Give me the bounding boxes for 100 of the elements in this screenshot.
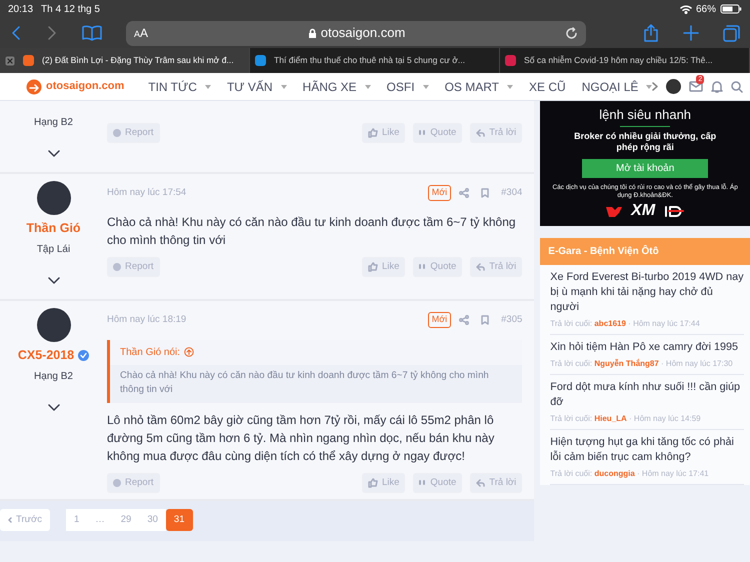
post-number[interactable]: #304 (501, 186, 522, 200)
dropdown-caret-icon[interactable] (280, 84, 287, 88)
post-text: Chào cả nhà! Khu này có căn nào đầu tư kinh doanh được tầm 6~7 tỷ không cho mình thông tin với (107, 214, 517, 249)
dropdown-caret-icon[interactable] (364, 84, 371, 88)
user-rank: Tập Lái (36, 242, 70, 257)
bookmarks-book-icon[interactable] (82, 25, 102, 41)
thread-title[interactable]: Ford dột mưa kính như suối !!! cần giúp đỡ (550, 380, 744, 410)
address-bar[interactable]: AA otosaigon.com (126, 20, 586, 46)
nav-menu-item[interactable]: OSFI (386, 78, 415, 96)
post-text: Lô nhỏ tầm 60m2 bây giờ cũng tầm hơn 7tỷ rồi, mấy cái lô 55m2 phân lô đường 5m cũng tầm hơn 6 tỷ. Mà nhìn ngang nhìn dọc, nếu bán khu này không mua được đâu cùng diện tích có thể xây dựng ở ngay được! (107, 412, 496, 465)
tabs-icon[interactable] (723, 24, 740, 42)
user-avatar[interactable] (666, 79, 682, 94)
tab-title: Thí điểm thu thuế cho thuê nhà tại 5 chung cư ở... (274, 54, 466, 67)
thread-item[interactable]: Hiện tượng hụt ga khi tăng tốc có phải lỗi cảm biến trục cam không? Trả lời cuối: duconggia · Hôm nay lúc 17:41 (540, 430, 750, 485)
brand-logo: XM (631, 202, 656, 220)
page-button[interactable]: 29 (112, 508, 140, 531)
quote-button[interactable]: Quote (413, 123, 462, 143)
bookmark-icon[interactable] (481, 314, 490, 325)
thread-item[interactable]: Xe Ford Everest Bi-turbo 2019 4WD nay bị ù mạnh khi tải nặng hay chở đủ người Trả lời cuối: abc1619 · Hôm nay lúc 17:44 (540, 265, 750, 335)
browser-tab[interactable]: (2) Đất Bình Lợi - Đặng Thùy Trâm sau khi mở đ... (0, 48, 250, 73)
dropdown-caret-icon[interactable] (646, 84, 652, 88)
thread-title[interactable]: Hiện tượng hụt ga khi tăng tốc có phải lỗi cảm biến trục cam không? (550, 435, 744, 465)
reply-button[interactable]: Trả lời (470, 472, 522, 493)
thread-title[interactable]: Xin hỏi tiệm Hàn Pô xe camry đời 1995 (550, 340, 744, 355)
quote-button[interactable]: Quote (413, 472, 462, 493)
report-button[interactable]: Report (107, 123, 160, 143)
tab-title: Số ca nhiễm Covid-19 hôm nay chiều 12/5: Thê... (524, 54, 713, 67)
post-number[interactable]: #305 (501, 312, 522, 327)
username[interactable]: CX5-2018 (18, 346, 74, 364)
avatar-placeholder[interactable] (36, 181, 70, 215)
quote-button[interactable]: Quote (413, 257, 462, 277)
search-icon[interactable] (731, 80, 744, 92)
user-rank: Hạng B2 (34, 370, 73, 384)
reply-arrow-icon (476, 263, 486, 271)
quote-icon (419, 264, 426, 270)
quote-icon (419, 480, 426, 486)
status-date: Th 4 12 thg 5 (41, 2, 100, 16)
share-icon[interactable] (643, 24, 659, 42)
page-button[interactable]: 31 (166, 508, 192, 531)
forward-icon[interactable] (46, 25, 58, 41)
text-size-label: AA (134, 25, 148, 42)
battery-icon (720, 4, 742, 14)
chevron-right-icon[interactable] (652, 82, 658, 91)
page-button[interactable]: 1 (66, 508, 88, 531)
new-badge: Mới (428, 185, 452, 201)
dropdown-caret-icon[interactable] (204, 84, 211, 88)
thumbs-up-icon (368, 262, 378, 272)
thread-item[interactable]: Xin hỏi tiệm Hàn Pô xe camry đời 1995 Trả lời cuối: Nguyễn Thắng87 · Hôm nay lúc 17:30 (540, 335, 750, 375)
thread-title[interactable]: Xe Ford Everest Bi-turbo 2019 4WD nay bị ù mạnh khi tải nặng hay chở đủ người (550, 270, 744, 315)
site-logo[interactable]: otosaigon.com (46, 78, 124, 95)
previous-page-button[interactable]: Trước (0, 508, 50, 531)
jump-up-icon[interactable] (184, 347, 194, 358)
like-button[interactable]: Like (362, 472, 406, 493)
expand-chevron-icon[interactable] (48, 150, 60, 158)
expand-chevron-icon[interactable] (48, 404, 60, 411)
ad-subline: Broker có nhiều giải thưởng, cấp phép rộng rãi (573, 131, 718, 153)
quote-text: Chào cả nhà! Khu này có căn nào đầu tư kinh doanh được tầm 6~7 tỷ không cho mình thông tin với (119, 368, 490, 397)
anniversary-logo-icon (663, 204, 686, 218)
open-account-button[interactable]: Mở tài khoản (582, 159, 708, 178)
page-button[interactable]: 30 (139, 508, 166, 531)
reply-arrow-icon (476, 478, 486, 487)
reply-arrow-icon (476, 129, 486, 137)
dropdown-caret-icon[interactable] (422, 84, 429, 88)
dropdown-caret-icon[interactable] (507, 84, 514, 88)
quote-author[interactable]: Thần Gió nói: (120, 344, 180, 360)
thread-meta: Trả lời cuối: duconggia · Hôm nay lúc 17:41 (550, 468, 710, 479)
nav-menu-item[interactable]: NGOẠI LÊ (582, 78, 638, 96)
address-text: otosaigon.com (320, 24, 406, 42)
avatar-placeholder[interactable] (36, 308, 70, 342)
report-button[interactable]: Report (107, 257, 160, 277)
thread-meta: Trả lời cuối: abc1619 · Hôm nay lúc 17:44 (550, 318, 701, 329)
reply-button[interactable]: Trả lời (470, 257, 522, 277)
mail-icon[interactable] (689, 81, 704, 92)
post-time: Hôm nay lúc 18:19 (107, 312, 186, 327)
nav-menu-item[interactable]: TIN TỨC (148, 78, 197, 96)
thread-meta: Trả lời cuối: Nguyễn Thắng87 · Hôm nay lúc 17:30 (550, 358, 734, 369)
share-icon[interactable] (459, 314, 470, 325)
bookmark-icon[interactable] (481, 188, 490, 198)
reply-button[interactable]: Trả lời (470, 123, 522, 143)
nav-menu-item[interactable]: HÃNG XE (302, 78, 357, 96)
like-button[interactable]: Like (362, 257, 406, 277)
like-button[interactable]: Like (362, 123, 406, 143)
nav-menu-item[interactable]: XE CŨ (529, 78, 566, 96)
nav-menu-item[interactable]: OS MART (444, 78, 500, 96)
bell-icon[interactable] (711, 80, 724, 93)
user-rank: Hạng B2 (34, 116, 73, 130)
share-icon[interactable] (459, 188, 470, 198)
battery-percent: 66% (696, 2, 716, 16)
thread-item[interactable]: Ford dột mưa kính như suối !!! cần giúp đỡ Trả lời cuối: Hieu_LA · Hôm nay lúc 14:59 (540, 375, 750, 430)
back-icon[interactable] (10, 25, 22, 41)
report-button[interactable]: Report (107, 472, 160, 493)
plus-icon[interactable] (683, 25, 699, 41)
reload-icon[interactable] (565, 26, 578, 40)
expand-chevron-icon[interactable] (48, 277, 60, 284)
close-icon[interactable] (5, 56, 15, 66)
page-button[interactable]: … (87, 508, 113, 531)
quote-icon (419, 130, 426, 136)
logo-icon[interactable] (26, 78, 42, 94)
username[interactable]: Thần Gió (26, 219, 81, 238)
nav-menu-item[interactable]: TƯ VẤN (226, 78, 273, 96)
